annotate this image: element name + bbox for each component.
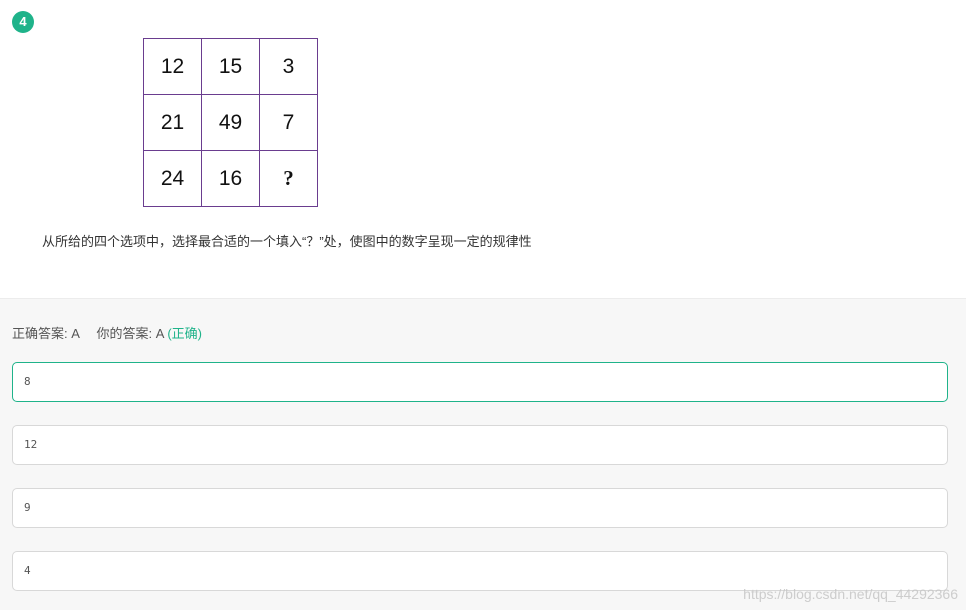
grid-row: 24 16 ?	[143, 150, 318, 207]
grid-cell: 12	[143, 38, 202, 95]
grid-cell: 21	[143, 94, 202, 151]
grid-cell: 24	[143, 150, 202, 207]
question-text: 从所给的四个选项中，选择最合适的一个填入“？”处，使图中的数字呈现一定的规律性	[42, 234, 532, 249]
correct-answer-value: A	[71, 326, 80, 341]
your-answer-value: A	[155, 326, 164, 341]
question-area: 4 12 15 3 21 49 7 24 16 ? 从所给的四个选项中，选择最合…	[0, 0, 966, 298]
grid-cell: 15	[201, 38, 260, 95]
option-d[interactable]: 4	[12, 551, 948, 591]
grid-row: 12 15 3	[143, 38, 318, 95]
answer-status: (正确)	[167, 326, 202, 341]
grid-cell: 16	[201, 150, 260, 207]
option-a[interactable]: 8	[12, 362, 948, 402]
your-answer-label: 你的答案:	[96, 326, 153, 341]
grid-row: 21 49 7	[143, 94, 318, 151]
result-line: 正确答案: A 你的答案: A (正确)	[12, 323, 202, 342]
option-b[interactable]: 12	[12, 425, 948, 465]
grid-cell-unknown: ?	[259, 150, 318, 207]
option-c[interactable]: 9	[12, 488, 948, 528]
grid-cell: 7	[259, 94, 318, 151]
question-number-badge: 4	[12, 11, 34, 33]
grid-cell: 3	[259, 38, 318, 95]
watermark: https://blog.csdn.net/qq_44292366	[743, 586, 958, 602]
answer-area: 正确答案: A 你的答案: A (正确) 8 12 9 4 https://bl…	[0, 298, 966, 610]
number-grid: 12 15 3 21 49 7 24 16 ?	[143, 38, 318, 207]
correct-answer-label: 正确答案:	[12, 326, 68, 341]
grid-cell: 49	[201, 94, 260, 151]
